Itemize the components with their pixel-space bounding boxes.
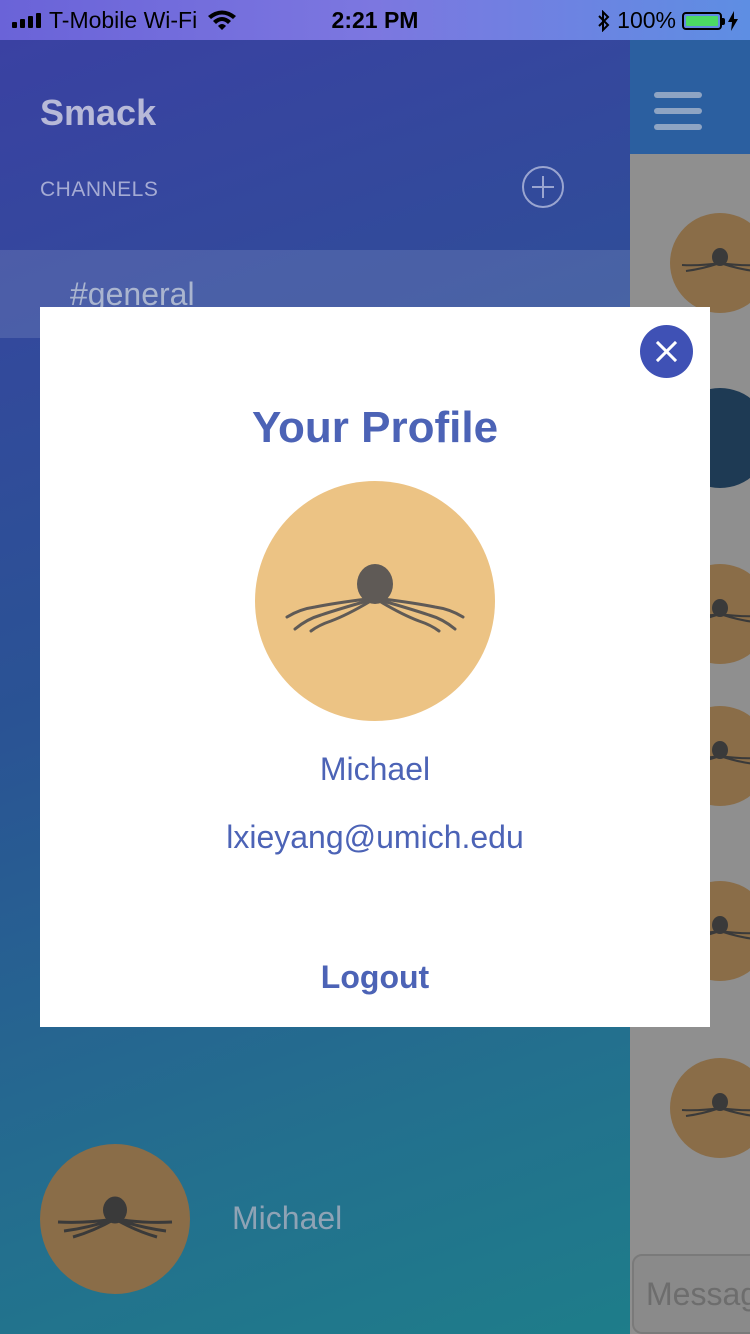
message-avatar — [670, 1058, 750, 1158]
app-title: Smack — [40, 92, 157, 133]
user-avatar[interactable] — [40, 1144, 190, 1294]
message-placeholder: Message — [646, 1276, 750, 1312]
octopus-avatar-icon — [57, 1196, 173, 1239]
bluetooth-icon — [598, 9, 610, 32]
profile-avatar — [255, 481, 495, 721]
octopus-avatar-icon — [681, 1093, 750, 1117]
channels-label: CHANNELS — [40, 178, 159, 201]
status-bar: T-Mobile Wi-Fi 2:21 PM 100% — [0, 0, 750, 40]
hamburger-menu-icon[interactable] — [654, 92, 702, 140]
profile-name: Michael — [319, 751, 431, 787]
profile-title: Your Profile — [251, 403, 499, 452]
logout-button[interactable]: Logout — [275, 959, 475, 996]
add-channel-button[interactable] — [522, 166, 564, 208]
message-avatar — [670, 213, 750, 313]
profile-modal: Your Profile Michael lxieyang@umich.edu … — [40, 307, 710, 1027]
octopus-avatar-icon — [285, 564, 465, 633]
charging-icon — [728, 10, 738, 31]
battery-info: 100% — [597, 7, 738, 34]
profile-email: lxieyang@umich.edu — [226, 819, 524, 855]
chat-header — [630, 40, 750, 154]
message-input[interactable]: Message — [632, 1254, 750, 1334]
battery-icon — [682, 11, 725, 30]
battery-percent: 100% — [617, 7, 676, 33]
close-icon[interactable] — [640, 325, 693, 378]
octopus-avatar-icon — [681, 248, 750, 272]
sidebar-user-name[interactable]: Michael — [232, 1200, 342, 1237]
